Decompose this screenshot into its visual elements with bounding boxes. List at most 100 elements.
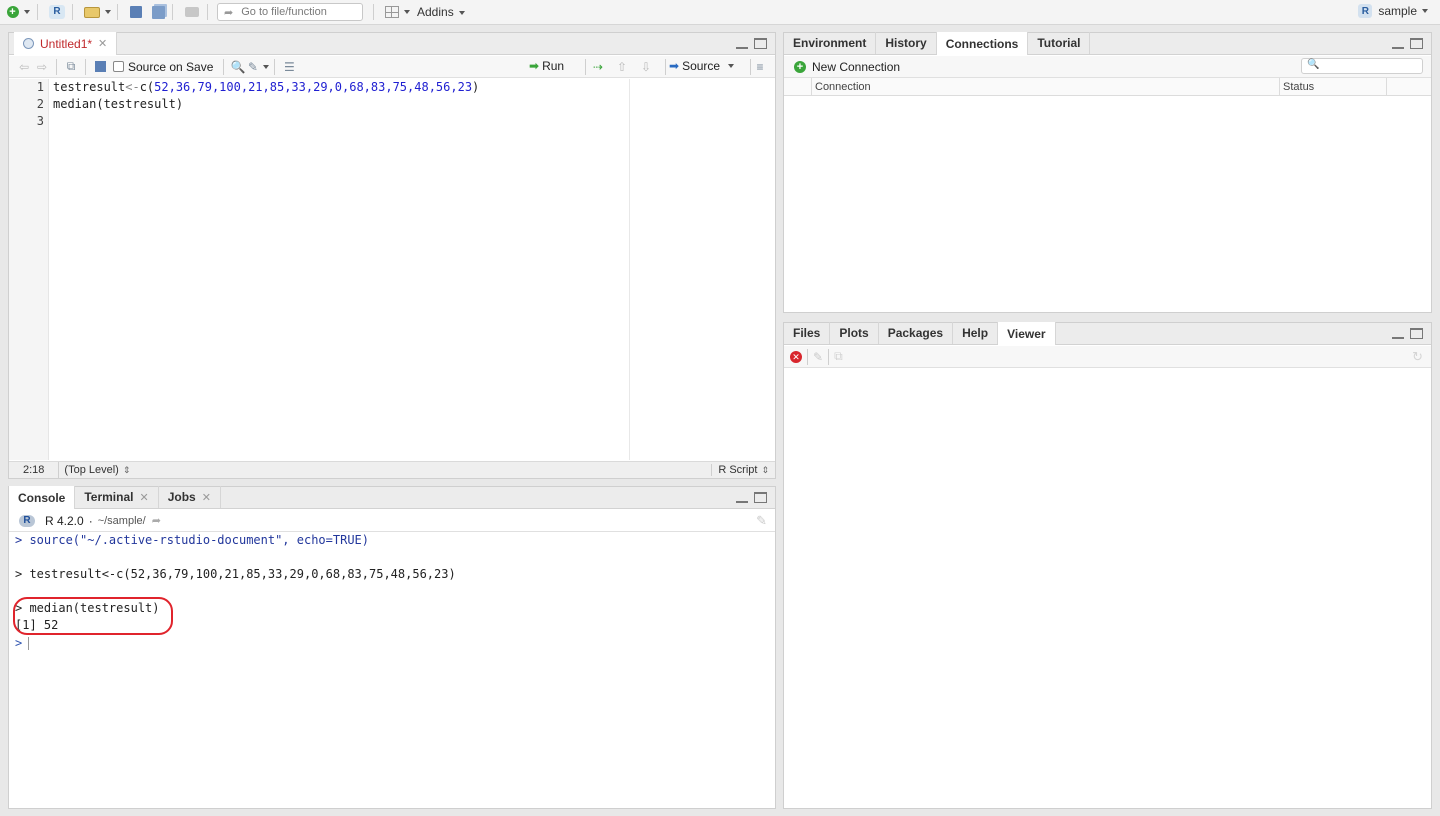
toolbar-divider: [172, 4, 173, 20]
save-icon[interactable]: [91, 59, 109, 75]
new-connection-button[interactable]: + New Connection: [794, 60, 900, 74]
r-project-icon: R: [1358, 4, 1373, 18]
tab-label: Help: [962, 326, 989, 340]
goto-file-placeholder: Go to file/function: [241, 6, 327, 18]
rerun-icon[interactable]: ⇢: [589, 59, 607, 75]
refresh-icon[interactable]: ↻: [1412, 349, 1423, 365]
close-icon[interactable]: ✕: [139, 491, 148, 504]
up-arrow-icon[interactable]: ⇧: [613, 59, 631, 75]
goto-file-input[interactable]: ➦ Go to file/function: [217, 3, 363, 21]
search-icon: 🔍: [1307, 59, 1320, 70]
tab-files[interactable]: Files: [784, 322, 831, 344]
close-icon[interactable]: ✕: [98, 37, 107, 50]
toolbar-divider: [223, 58, 225, 75]
environment-tabbar: Environment History Connections Tutorial: [784, 32, 1431, 55]
viewer-tabbar: Files Plots Packages Help Viewer: [784, 322, 1431, 345]
toolbar-divider: [56, 58, 57, 75]
r-file-icon: [23, 38, 34, 49]
clear-viewer-icon[interactable]: ✕: [790, 350, 802, 363]
tab-tutorial[interactable]: Tutorial: [1028, 32, 1091, 54]
environment-pane: Environment History Connections Tutorial…: [783, 32, 1432, 313]
forward-arrow-icon[interactable]: ⇨: [33, 59, 51, 75]
tab-viewer[interactable]: Viewer: [998, 322, 1056, 345]
console-prompt[interactable]: >: [15, 635, 30, 652]
go-to-directory-icon[interactable]: ➦: [152, 514, 161, 527]
console-line: > source("~/.active-rstudio-document", e…: [15, 533, 370, 547]
show-in-window-icon[interactable]: ⧉: [834, 349, 843, 364]
toolbar-divider: [585, 59, 586, 75]
source-button[interactable]: ➡ Source: [669, 59, 735, 73]
broom-icon[interactable]: ✎: [813, 350, 823, 364]
tab-help[interactable]: Help: [953, 322, 999, 344]
magic-wand-icon[interactable]: ✎: [247, 59, 269, 75]
tab-jobs[interactable]: Jobs ✕: [159, 486, 221, 508]
connections-search-input[interactable]: 🔍: [1301, 58, 1423, 74]
tab-label: Viewer: [1007, 326, 1046, 341]
code-area[interactable]: 1 2 3 testresult<-c(52,36,79,100,21,85,3…: [9, 79, 775, 460]
lines-menu-icon[interactable]: ≡: [751, 59, 769, 75]
source-label: Source: [682, 59, 721, 73]
editor-statusbar: 2:18 (Top Level) ⇕ R Script ⇕: [9, 461, 775, 478]
minimize-icon[interactable]: [736, 38, 748, 49]
minimize-icon[interactable]: [736, 492, 748, 503]
code-lines: testresult<-c(52,36,79,100,21,85,33,29,0…: [53, 79, 479, 130]
new-project-icon[interactable]: R: [47, 2, 67, 22]
document-outline-icon[interactable]: ☰: [280, 59, 298, 75]
connections-toolbar: + New Connection 🔍: [784, 56, 1431, 78]
tab-label: Files: [793, 326, 821, 340]
open-file-icon[interactable]: [82, 2, 112, 22]
search-icon[interactable]: 🔍: [229, 59, 247, 75]
save-all-icon[interactable]: [149, 2, 167, 22]
print-icon[interactable]: [182, 2, 202, 22]
code-token: 52,36,79,100,21,85,33,29,0,68,83,75,48,5…: [154, 80, 473, 94]
new-connection-label: New Connection: [812, 59, 901, 74]
window-controls: [736, 38, 767, 49]
maximize-icon[interactable]: [754, 38, 767, 49]
close-icon[interactable]: ✕: [202, 491, 211, 504]
down-arrow-icon[interactable]: ⇩: [637, 59, 655, 75]
tab-terminal[interactable]: Terminal ✕: [75, 486, 159, 508]
run-arrow-icon: ➡: [529, 59, 540, 73]
tab-untitled1[interactable]: Untitled1* ✕: [14, 32, 118, 55]
console-header: R R 4.2.0 · ~/sample/ ➦ ✎: [9, 510, 775, 532]
column-header-connection[interactable]: Connection: [812, 77, 1280, 96]
line-number-gutter: 1 2 3: [9, 79, 49, 460]
tab-plots[interactable]: Plots: [830, 322, 879, 344]
tab-console[interactable]: Console: [9, 486, 76, 509]
save-icon[interactable]: [127, 2, 145, 22]
source-arrow-icon: ➡: [669, 59, 680, 73]
tab-history[interactable]: History: [876, 32, 937, 54]
column-header-status[interactable]: Status: [1280, 77, 1387, 96]
scope-selector[interactable]: (Top Level) ⇕: [64, 464, 130, 476]
source-on-save-checkbox[interactable]: [113, 61, 124, 72]
source-on-save-label: Source on Save: [128, 59, 214, 74]
project-menu[interactable]: R sample: [1358, 4, 1428, 18]
tab-packages[interactable]: Packages: [879, 322, 954, 344]
tab-label: Console: [18, 490, 66, 505]
tab-environment[interactable]: Environment: [784, 32, 877, 54]
window-controls: [1392, 38, 1423, 49]
addins-menu[interactable]: Addins: [417, 5, 465, 19]
new-file-icon[interactable]: +: [4, 2, 32, 22]
clear-console-icon[interactable]: ✎: [756, 513, 767, 529]
minimize-icon[interactable]: [1392, 38, 1404, 49]
minimize-icon[interactable]: [1392, 328, 1404, 339]
maximize-icon[interactable]: [754, 492, 767, 503]
file-type-selector[interactable]: R Script ⇕: [711, 464, 769, 476]
console-line: > testresult<-c(52,36,79,100,21,85,33,29…: [15, 567, 456, 581]
show-in-window-icon[interactable]: ⧉: [62, 59, 80, 75]
statusbar-divider: [58, 462, 60, 478]
tab-label: Connections: [945, 36, 1019, 51]
window-controls: [736, 492, 767, 503]
back-arrow-icon[interactable]: ⇦: [15, 59, 33, 75]
run-button[interactable]: ➡ Run: [529, 59, 564, 73]
console-output[interactable]: > source("~/.active-rstudio-document", e…: [9, 532, 775, 808]
code-token: testresult: [53, 80, 126, 94]
chevron-down-icon: [1422, 9, 1428, 13]
grid-layout-icon[interactable]: [383, 2, 411, 22]
maximize-icon[interactable]: [1410, 328, 1423, 339]
tab-connections[interactable]: Connections: [936, 32, 1029, 55]
maximize-icon[interactable]: [1410, 38, 1423, 49]
viewer-toolbar: ✕ ✎ ⧉ ↻: [784, 346, 1431, 368]
viewer-pane: Files Plots Packages Help Viewer ✕ ✎ ⧉ ↻: [783, 322, 1432, 809]
